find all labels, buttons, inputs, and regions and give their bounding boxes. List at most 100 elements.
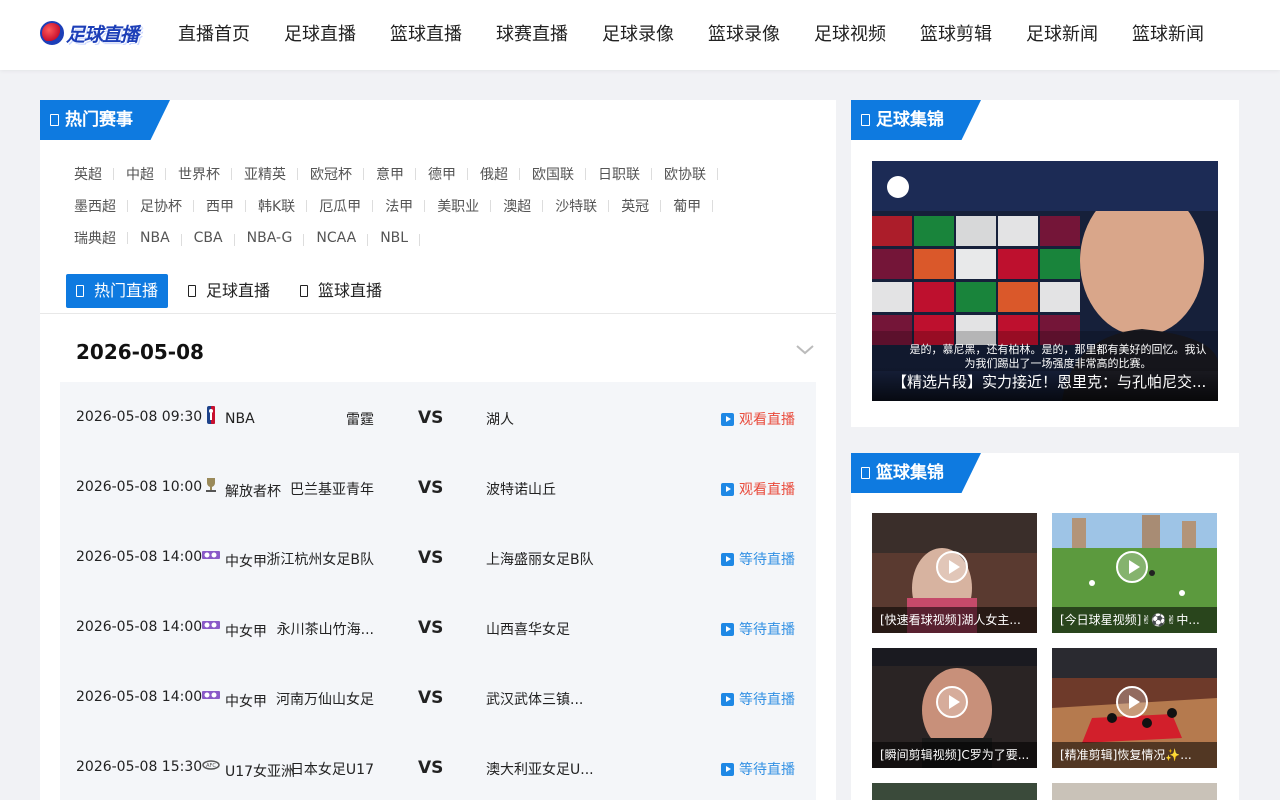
watch-live-button[interactable]: 观看直播 [721, 409, 795, 429]
league-link[interactable]: 美职业 [425, 196, 492, 216]
league-link[interactable]: 英超 [62, 164, 114, 184]
league-link[interactable]: 欧国联 [520, 164, 586, 184]
league-link[interactable]: 厄瓜甲 [307, 196, 374, 216]
nav-item-football-replay[interactable]: 足球录像 [586, 0, 690, 70]
afc-logo-icon: AFC [202, 760, 220, 770]
league-link[interactable]: 日职联 [586, 164, 652, 184]
status-label: 观看直播 [739, 412, 795, 428]
wait-live-button[interactable]: 等待直播 [721, 619, 795, 639]
vs-label: VS [418, 408, 444, 428]
league-link[interactable]: 德甲 [416, 164, 468, 184]
league-list: 英超 中超 世界杯 亚精英 欧冠杯 意甲 德甲 俄超 欧国联 日职联 欧协联 墨… [62, 158, 802, 254]
wait-live-button[interactable]: 等待直播 [721, 689, 795, 709]
featured-video[interactable]: 是的，慕尼黑，还有柏林。是的，那里都有美好的回忆。我认 为我们踢出了一场强度非常… [872, 161, 1218, 401]
wait-live-button[interactable]: 等待直播 [721, 549, 795, 569]
league-link[interactable]: 足协杯 [128, 196, 194, 216]
nav-item-football-news[interactable]: 足球新闻 [1010, 0, 1114, 70]
league-link[interactable]: 瑞典超 [62, 228, 128, 248]
tabs-divider [40, 313, 836, 314]
league-link[interactable]: 葡甲 [661, 196, 714, 216]
video-thumbnail-image [872, 783, 1037, 800]
vs-label: VS [418, 618, 444, 638]
tab-basketball-live[interactable]: 篮球直播 [290, 274, 392, 308]
tab-hot-live[interactable]: 热门直播 [66, 274, 169, 308]
league-link[interactable]: 墨西超 [62, 196, 128, 216]
league-link[interactable]: NCAA [304, 230, 368, 246]
league-link[interactable]: 韩K联 [246, 196, 308, 216]
match-time: 2026-05-08 14:00 [76, 619, 203, 635]
league-link[interactable]: 中超 [114, 164, 166, 184]
league-link[interactable]: 沙特联 [543, 196, 610, 216]
subtitle-line: 是的，慕尼黑，还有柏林。是的，那里都有美好的回忆。我认 [909, 343, 1207, 356]
away-team: 山西喜华女足 [486, 622, 570, 638]
nav-item-football-video[interactable]: 足球视频 [798, 0, 902, 70]
vs-label: VS [418, 758, 444, 778]
league-link[interactable]: 欧协联 [652, 164, 718, 184]
video-caption: [瞬间剪辑视频]C罗为了要... [872, 742, 1037, 768]
league-link[interactable]: 欧冠杯 [298, 164, 364, 184]
league-link[interactable]: 世界杯 [166, 164, 232, 184]
video-caption: [精准剪辑]恢复情况✨... [1052, 742, 1217, 768]
home-team: 日本女足U17 [289, 762, 374, 778]
square-icon [861, 114, 870, 126]
wait-live-button[interactable]: 等待直播 [721, 759, 795, 779]
league-link[interactable]: 西甲 [194, 196, 246, 216]
league-badge-icon [202, 551, 220, 559]
video-thumbnail[interactable]: [瞬间剪辑视频]C罗为了要... [872, 648, 1037, 768]
away-team: 澳大利亚女足U... [486, 762, 594, 778]
watch-live-button[interactable]: 观看直播 [721, 479, 795, 499]
section-title: 热门赛事 [65, 110, 133, 130]
nav-item-football-live[interactable]: 足球直播 [268, 0, 372, 70]
chevron-down-icon[interactable] [795, 340, 815, 360]
basketball-highlights-panel: 篮球集锦 [快速看球视频]湖人女主... [今日球星视频]✌⚽✌中... [瞬间… [851, 453, 1239, 800]
league-link[interactable]: 澳超 [491, 196, 544, 216]
section-title: 篮球集锦 [876, 463, 944, 483]
play-icon [721, 762, 734, 776]
league-link[interactable]: NBL [368, 230, 420, 246]
video-thumbnail-image [1052, 783, 1217, 800]
league-link[interactable]: 法甲 [373, 196, 426, 216]
league-link[interactable]: 意甲 [364, 164, 416, 184]
home-team: 永川茶山竹海... [276, 622, 374, 638]
site-logo[interactable]: 足球直播 [40, 19, 146, 47]
video-thumbnail[interactable] [872, 783, 1037, 800]
away-team: 武汉武体三镇... [486, 692, 584, 708]
video-thumbnail[interactable]: [精准剪辑]恢复情况✨... [1052, 648, 1217, 768]
league-link[interactable]: CBA [182, 230, 235, 246]
home-team: 浙江杭州女足B队 [266, 552, 374, 568]
nav-item-basketball-news[interactable]: 篮球新闻 [1116, 0, 1220, 70]
nav-item-home[interactable]: 直播首页 [162, 0, 266, 70]
tab-label: 热门直播 [94, 281, 159, 300]
date-heading: 2026-05-08 [76, 340, 204, 364]
video-thumbnail[interactable] [1052, 783, 1217, 800]
top-header: 足球直播 直播首页 足球直播 篮球直播 球赛直播 足球录像 篮球录像 足球视频 … [0, 0, 1280, 70]
match-time: 2026-05-08 15:30 [76, 759, 203, 775]
nav-item-basketball-live[interactable]: 篮球直播 [374, 0, 478, 70]
league-link[interactable]: 亚精英 [232, 164, 298, 184]
match-league: U17女亚洲 [225, 764, 296, 780]
league-link[interactable]: NBA [128, 230, 182, 246]
match-row: 2026-05-08 09:30 NBA 雷霆 VS 湖人 观看直播 [60, 382, 816, 452]
play-icon [1116, 551, 1148, 583]
league-link[interactable]: NBA-G [235, 230, 305, 246]
square-icon [76, 285, 84, 297]
section-title-tab: 热门赛事 [40, 100, 170, 140]
play-icon [721, 552, 734, 566]
home-team: 雷霆 [346, 412, 374, 428]
football-highlights-panel: 足球集锦 是的，慕尼黑，还有柏林。是的，那里都有美好的回忆。我认 为我们踢出了一… [851, 100, 1239, 427]
league-badge-icon [202, 691, 220, 699]
nav-item-basketball-clips[interactable]: 篮球剪辑 [904, 0, 1008, 70]
match-league: 中女甲 [225, 554, 267, 570]
nav-item-basketball-replay[interactable]: 篮球录像 [692, 0, 796, 70]
league-link[interactable]: 俄超 [468, 164, 520, 184]
nav-item-match-live[interactable]: 球赛直播 [480, 0, 584, 70]
tab-football-live[interactable]: 足球直播 [178, 274, 280, 308]
video-thumbnail[interactable]: [今日球星视频]✌⚽✌中... [1052, 513, 1217, 633]
section-title-tab: 篮球集锦 [851, 453, 981, 493]
tab-label: 篮球直播 [318, 281, 383, 300]
away-team: 湖人 [486, 412, 514, 428]
league-row: 墨西超 足协杯 西甲 韩K联 厄瓜甲 法甲 美职业 澳超 沙特联 英冠 葡甲 [62, 190, 802, 222]
league-link[interactable]: 英冠 [609, 196, 662, 216]
video-thumbnail[interactable]: [快速看球视频]湖人女主... [872, 513, 1037, 633]
play-icon [1116, 686, 1148, 718]
